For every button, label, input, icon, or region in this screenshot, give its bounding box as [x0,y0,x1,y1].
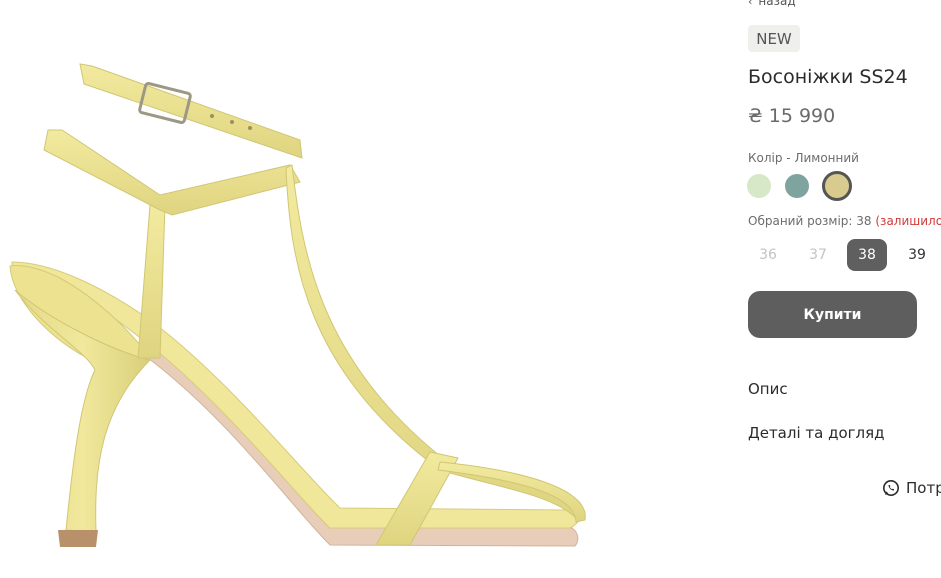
size-option-36[interactable]: 36 [748,239,788,271]
product-info-panel: ‹ назад NEW Босоніжки SS24 ₴ 15 990 Колі… [747,0,941,578]
accordion-description[interactable]: Опис [748,380,788,398]
selected-size-label: Обраний розмір: 38 (залишило [748,214,941,228]
size-option-39[interactable]: 39 [897,239,937,271]
help-link-label: Потр [906,479,941,497]
chevron-left-icon: ‹ [748,0,753,8]
product-price: ₴ 15 990 [748,105,836,127]
product-title: Босоніжки SS24 [748,66,908,88]
color-swatch[interactable] [785,174,809,198]
back-link[interactable]: ‹ назад [748,0,796,8]
whatsapp-icon [883,480,899,496]
accordion-details-care[interactable]: Деталі та догляд [748,424,885,442]
sandal-icon [9,63,586,547]
back-link-label: назад [758,0,796,8]
product-page: ‹ назад NEW Босоніжки SS24 ₴ 15 990 Колі… [0,0,941,578]
whatsapp-help-link[interactable]: Потр [882,479,941,497]
size-option-37[interactable]: 37 [798,239,838,271]
size-option-38[interactable]: 38 [847,239,887,271]
color-swatch[interactable] [747,174,771,198]
new-badge: NEW [748,25,800,52]
buy-button[interactable]: Купити [748,291,917,338]
product-image [0,0,660,578]
size-remaining-text: (залишило [875,214,941,228]
color-swatch-selected[interactable] [822,171,852,201]
color-label: Колір - Лимонний [748,151,859,165]
selected-size-text: Обраний розмір: 38 [748,214,872,228]
